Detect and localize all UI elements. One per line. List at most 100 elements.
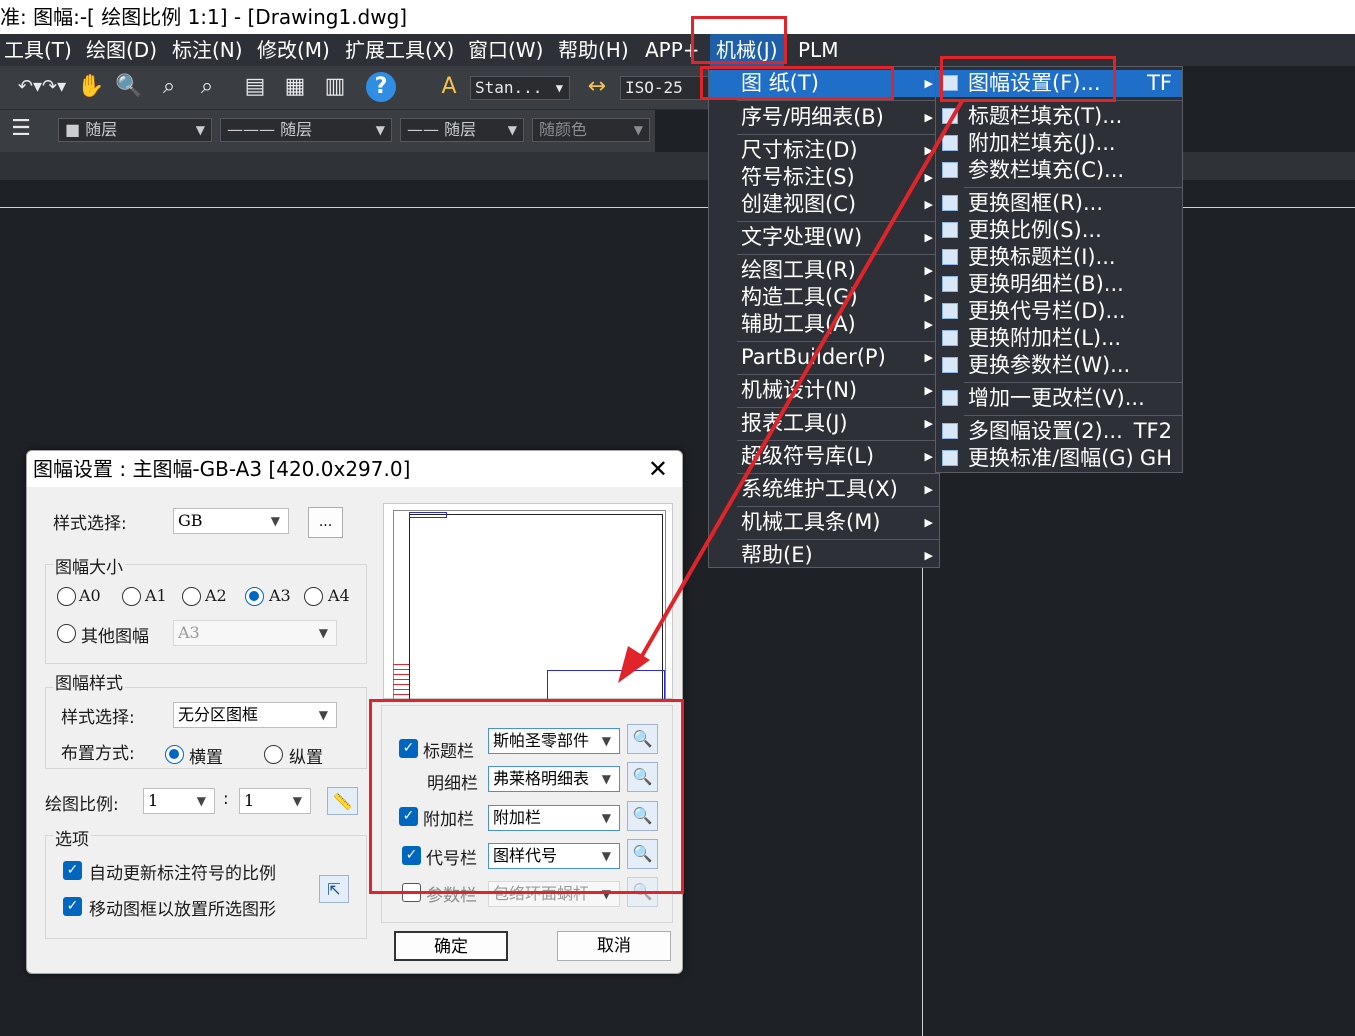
- dim-style-icon[interactable]: ↔: [582, 72, 612, 102]
- menu-item-change-extra[interactable]: 更换附加栏(L)...: [936, 325, 1182, 352]
- menu-item-mech-design[interactable]: 机械设计(N) ▶: [709, 377, 939, 404]
- multi-sheet-icon: [942, 423, 958, 439]
- scale-numerator-select[interactable]: 1 ▼: [143, 788, 215, 814]
- menu-item-create-view[interactable]: 创建视图(C) ▶: [709, 191, 939, 218]
- cancel-button[interactable]: 取消: [557, 931, 671, 961]
- options-group-label: 选项: [53, 825, 91, 850]
- move-frame-label: 移动图框以放置所选图形: [89, 900, 276, 920]
- menu-tools[interactable]: 工具(T): [4, 34, 72, 66]
- menu-help[interactable]: 帮助(H): [558, 34, 629, 66]
- menu-ext-tools[interactable]: 扩展工具(X): [345, 34, 454, 66]
- dim-style-select[interactable]: ISO-25: [620, 76, 710, 100]
- frame-style-select[interactable]: 无分区图框 ▼: [173, 702, 337, 728]
- menu-item-title-fill[interactable]: 标题栏填充(T)...: [936, 103, 1182, 130]
- linetype-select[interactable]: ——— 随层 ▼: [220, 118, 392, 142]
- dialog-title: 图幅设置 : 主图幅-GB-A3 [420.0x297.0]: [33, 457, 411, 481]
- scale-denominator-select[interactable]: 1 ▼: [239, 788, 311, 814]
- menu-item-draw-tools[interactable]: 绘图工具(R) ▶: [709, 257, 939, 284]
- move-frame-checkbox[interactable]: ✓: [63, 897, 82, 916]
- size-a4-label: A4: [328, 586, 350, 605]
- menu-item-change-scale[interactable]: 更换比例(S)...: [936, 217, 1182, 244]
- menu-item-partbuilder[interactable]: PartBuilder(P) ▶: [709, 344, 939, 371]
- size-a0-radio[interactable]: [57, 587, 76, 606]
- size-other-radio[interactable]: [57, 624, 76, 643]
- menu-item-mech-toolbar[interactable]: 机械工具条(M) ▶: [709, 509, 939, 536]
- change-bom-icon: [942, 276, 958, 292]
- change-param-icon: [942, 357, 958, 373]
- highlight-sheet-setup-item: [940, 56, 1116, 102]
- change-frame-icon: [942, 195, 958, 211]
- auto-scale-label: 自动更新标注符号的比例: [89, 864, 276, 884]
- sheet-submenu: 图幅设置(F)... TF 标题栏填充(T)... 附加栏填充(J)... 参数栏…: [935, 66, 1183, 473]
- sheet-preview: [383, 503, 673, 700]
- size-other-label: 其他图幅: [81, 627, 149, 647]
- menu-item-maintenance[interactable]: 系统维护工具(X) ▶: [709, 476, 939, 503]
- menu-item-symbol-lib[interactable]: 超级符号库(L) ▶: [709, 443, 939, 470]
- menu-plm[interactable]: PLM: [798, 34, 838, 66]
- menu-item-report[interactable]: 报表工具(J) ▶: [709, 410, 939, 437]
- zoom-realtime-icon[interactable]: 🔍: [114, 72, 144, 102]
- menu-item-param-fill[interactable]: 参数栏填充(C)...: [936, 157, 1182, 184]
- layer-select[interactable]: ■ 随层 ▼: [58, 118, 212, 142]
- size-a1-radio[interactable]: [122, 587, 141, 606]
- change-scale-icon: [942, 222, 958, 238]
- text-style-select[interactable]: Stan... ▼: [470, 76, 570, 100]
- menu-item-extra-fill[interactable]: 附加栏填充(J)...: [936, 130, 1182, 157]
- select-objects-icon[interactable]: ⇱: [319, 875, 349, 903]
- extra-fill-icon: [942, 135, 958, 151]
- color-select[interactable]: 随颜色 ▼: [532, 118, 650, 142]
- menu-item-change-code[interactable]: 更换代号栏(D)...: [936, 298, 1182, 325]
- menu-item-dimension[interactable]: 尺寸标注(D) ▶: [709, 137, 939, 164]
- properties-icon[interactable]: ▤: [240, 72, 270, 102]
- pan-hand-icon[interactable]: ✋: [76, 72, 106, 102]
- menu-modify[interactable]: 修改(M): [257, 34, 330, 66]
- menu-item-bom[interactable]: 序号/明细表(B) ▶: [709, 104, 939, 131]
- design-center-icon[interactable]: ▦: [280, 72, 310, 102]
- size-a2-radio[interactable]: [182, 587, 201, 606]
- tool-palette-icon[interactable]: ▥: [320, 72, 350, 102]
- scale-ruler-icon[interactable]: 📏: [327, 787, 358, 815]
- layout-label: 布置方式:: [61, 744, 135, 764]
- scale-separator: :: [223, 789, 229, 809]
- menu-dimension[interactable]: 标注(N): [172, 34, 243, 66]
- undo-redo-icon[interactable]: ↶▾↷▾: [12, 72, 72, 102]
- layout-portrait-radio[interactable]: [264, 745, 283, 764]
- menu-item-multi-sheet[interactable]: 多图幅设置(2)... TF2: [936, 418, 1182, 445]
- layer-manager-icon[interactable]: ☰: [6, 114, 36, 144]
- menu-draw[interactable]: 绘图(D): [86, 34, 157, 66]
- menu-item-change-standard[interactable]: 更换标准/图幅(G) GH: [936, 445, 1182, 472]
- layout-landscape-radio[interactable]: [165, 745, 184, 764]
- menu-item-text[interactable]: 文字处理(W) ▶: [709, 224, 939, 251]
- menu-item-aux-tools[interactable]: 辅助工具(A) ▶: [709, 311, 939, 338]
- mechanical-menu: 图 纸(T) ▶ 序号/明细表(B) ▶ 尺寸标注(D) ▶ 符号标注(S) ▶ 创建视…: [708, 66, 940, 568]
- zoom-previous-icon[interactable]: ⌕: [192, 72, 222, 102]
- menu-item-change-title[interactable]: 更换标题栏(I)...: [936, 244, 1182, 271]
- menu-item-change-bom[interactable]: 更换明细栏(B)...: [936, 271, 1182, 298]
- menu-item-help[interactable]: 帮助(E) ▶: [709, 542, 939, 569]
- help-icon[interactable]: ?: [366, 72, 396, 102]
- style-select[interactable]: GB ▼: [173, 508, 289, 534]
- size-a0-label: A0: [79, 586, 101, 605]
- size-a4-radio[interactable]: [304, 587, 323, 606]
- text-style-icon[interactable]: A: [434, 72, 464, 102]
- frame-group-label: 图幅样式: [53, 669, 125, 694]
- auto-scale-checkbox[interactable]: ✓: [63, 861, 82, 880]
- change-title-icon: [942, 249, 958, 265]
- change-code-icon: [942, 303, 958, 319]
- menu-item-symbol[interactable]: 符号标注(S) ▶: [709, 164, 939, 191]
- dialog-title-bar: 图幅设置 : 主图幅-GB-A3 [420.0x297.0] ✕: [27, 451, 682, 487]
- zoom-window-icon[interactable]: ⌕: [154, 72, 184, 102]
- highlight-sheet-item: [700, 66, 894, 100]
- ok-button[interactable]: 确定: [394, 931, 508, 961]
- menu-window[interactable]: 窗口(W): [468, 34, 543, 66]
- lineweight-select[interactable]: —— 随层 ▼: [400, 118, 524, 142]
- menu-item-construct-tools[interactable]: 构造工具(G) ▶: [709, 284, 939, 311]
- window-title: 准: 图幅:-[ 绘图比例 1:1] - [Drawing1.dwg]: [0, 5, 408, 29]
- menu-item-change-param[interactable]: 更换参数栏(W)...: [936, 352, 1182, 379]
- menu-item-add-revision[interactable]: 增加一更改栏(V)...: [936, 385, 1182, 412]
- menu-item-change-frame[interactable]: 更换图框(R)...: [936, 190, 1182, 217]
- close-icon[interactable]: ✕: [648, 453, 668, 485]
- style-more-button[interactable]: ...: [308, 507, 343, 538]
- other-size-select[interactable]: A3 ▼: [173, 620, 337, 646]
- size-a3-radio[interactable]: [245, 587, 264, 606]
